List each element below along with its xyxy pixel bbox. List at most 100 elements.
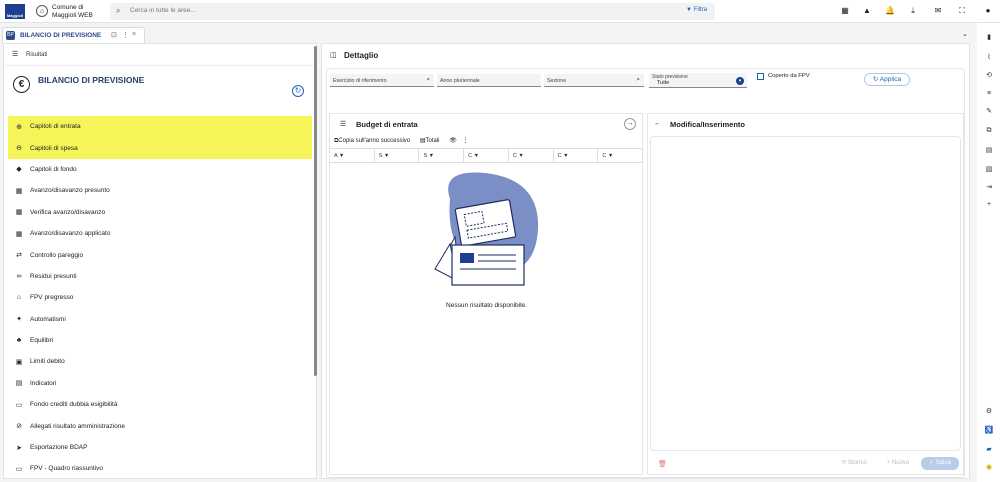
search-icon[interactable]: ⌕ xyxy=(636,76,640,84)
storico-button[interactable]: ⟲ Storico xyxy=(834,457,874,470)
bell-icon[interactable]: 🔔 xyxy=(885,6,895,16)
table-applied-icon: ▦ xyxy=(15,230,23,238)
trend-icon[interactable]: ⌇ xyxy=(984,53,994,63)
tab-bilancio-previsione[interactable]: BP BILANCIO DI PREVISIONE ⊡ ⋮ × xyxy=(2,27,145,43)
anno-field[interactable]: Anno pluriennale xyxy=(437,74,541,87)
esercizio-field[interactable]: Esercizio di riferimento ⌕ xyxy=(330,74,434,87)
menu-item[interactable]: ▤ Indicatori xyxy=(8,373,312,394)
minus-circle-icon: ⊖ xyxy=(16,145,22,153)
document-icon[interactable]: ▧ xyxy=(984,165,994,175)
mail-icon[interactable]: ✉ xyxy=(933,6,943,16)
trash-icon[interactable]: 🗑 xyxy=(658,460,667,468)
stato-value: Tutte xyxy=(657,80,670,86)
totals-button[interactable]: ▤Totali xyxy=(420,138,444,144)
document-chart-icon: ▤ xyxy=(15,380,23,388)
menu-item[interactable]: ◆ Capitoli di fondo xyxy=(8,159,312,180)
empty-state-text: Nessun risultato disponibile. xyxy=(446,302,527,309)
table-check-icon: ▦ xyxy=(15,209,23,217)
close-tab-icon[interactable]: × xyxy=(132,31,136,38)
download-icon[interactable]: ⤓ xyxy=(908,6,918,16)
bookmark-icon[interactable]: ▮ xyxy=(984,33,994,43)
copy-icon[interactable]: ⧉ xyxy=(984,126,994,136)
warning-icon[interactable]: ▲ xyxy=(862,6,872,16)
list-numbered-icon[interactable]: ≡ xyxy=(984,89,994,99)
column-header[interactable]: A ▼ xyxy=(330,149,375,162)
menu-item[interactable]: ⊕ Capitoli di entrata xyxy=(8,116,312,138)
column-header[interactable]: S ▼ xyxy=(375,149,420,162)
add-icon[interactable]: + xyxy=(984,200,994,210)
search-input[interactable]: Cerca in tutte le aree... xyxy=(130,7,196,14)
gear-icon[interactable]: ⚙ xyxy=(984,407,994,417)
menu-item[interactable]: ▭ Fondo crediti dubbia esigibilità xyxy=(8,394,312,415)
menu-item[interactable]: ⊘ Allegati risultato amministrazione xyxy=(8,415,312,436)
menu-item[interactable]: ∞ Residui presunti xyxy=(8,266,312,287)
filter-icon[interactable]: ▼ xyxy=(427,153,434,159)
chevron-down-icon[interactable]: ⌄ xyxy=(962,30,968,38)
column-header[interactable]: C ▼ xyxy=(464,149,509,162)
menu-item[interactable]: ⊖ Capitoli di spesa xyxy=(8,137,312,159)
more-icon[interactable]: ⋮ xyxy=(462,138,468,144)
filter-icon[interactable]: ▼ xyxy=(382,153,389,159)
column-header[interactable]: C ▼ xyxy=(509,149,554,162)
sezione-field[interactable]: Sezione ⌕ xyxy=(544,74,644,87)
column-header[interactable]: S ▼ xyxy=(419,149,465,162)
filter-icon[interactable]: ▼ xyxy=(337,153,344,159)
search-icon[interactable]: ⌕ xyxy=(426,76,430,84)
applica-button[interactable]: ↻ Applica xyxy=(864,73,910,86)
menu-item[interactable]: ⇄ Controllo pareggio xyxy=(8,244,312,265)
menu-item-label: Esportazione BDAP xyxy=(30,444,88,452)
filter-button[interactable]: ▼ Filtra xyxy=(686,7,707,13)
menu-item[interactable]: ▭ FPV - Quadro riassuntivo xyxy=(8,458,312,479)
tab-app-icon: BP xyxy=(6,31,15,40)
bank-icon: ⌂ xyxy=(16,294,22,302)
help-icon[interactable]: ◉ xyxy=(984,463,994,473)
filter-icon[interactable]: ▼ xyxy=(472,153,479,159)
note-icon[interactable]: ▤ xyxy=(984,146,994,156)
arrow-left-icon[interactable]: ← xyxy=(654,120,661,127)
edit-footer: 🗑 ⟲ Storico + Nuovo ✓ Salva xyxy=(648,454,963,474)
menu-item[interactable]: ▦ Verifica avanzo/disavanzo xyxy=(8,202,312,223)
filter-label: Filtra xyxy=(693,7,707,13)
filter-icon[interactable]: ▼ xyxy=(517,153,523,159)
panel-scrollbar[interactable] xyxy=(314,46,317,376)
municipality-icon: ⌂ xyxy=(36,5,48,17)
chat-icon[interactable]: ▰ xyxy=(984,445,994,455)
maggioli-logo[interactable]: Maggioli xyxy=(5,4,25,19)
stato-select[interactable]: Stato previsione Tutte ▾ xyxy=(649,73,747,88)
column-header[interactable]: C ▼ xyxy=(598,149,644,162)
menu-item-label: Fondo crediti dubbia esigibilità xyxy=(30,401,118,409)
global-search[interactable]: ⌕ Cerca in tutte le aree... ▼ Filtra xyxy=(110,3,715,20)
tools-icon[interactable]: ✎ xyxy=(984,107,994,117)
nuovo-button[interactable]: + Nuovo xyxy=(878,457,918,470)
menu-item[interactable]: ➤ Esportazione BDAP xyxy=(8,437,312,458)
menu-item[interactable]: ♣ Equilibri xyxy=(8,330,312,351)
column-header[interactable]: C ▼ xyxy=(554,149,599,162)
list-icon: ☰ xyxy=(340,121,347,128)
filter-icon[interactable]: ▼ xyxy=(606,153,613,159)
arrow-right-icon[interactable]: → xyxy=(624,118,636,130)
menu-item[interactable]: ⌂ FPV pregresso xyxy=(8,287,312,308)
menu-item[interactable]: ✦ Automatismi xyxy=(8,309,312,330)
menu-item[interactable]: ▦ Avanzo/disavanzo presunto xyxy=(8,180,312,201)
user-icon[interactable]: ● xyxy=(983,6,993,16)
menu-item[interactable]: ▦ Avanzo/disavanzo applicato xyxy=(8,223,312,244)
coperto-fpv-checkbox[interactable] xyxy=(757,73,764,80)
more-icon[interactable]: ⋮ xyxy=(122,31,129,39)
module-title: BILANCIO DI PREVISIONE xyxy=(38,75,145,85)
menu-item[interactable]: ▣ Limiti debito xyxy=(8,351,312,372)
eye-icon[interactable]: 👁 xyxy=(449,138,457,144)
export-icon[interactable]: ⇥ xyxy=(984,183,994,193)
panel-toggle-icon[interactable]: ◫ xyxy=(330,51,337,59)
history-icon[interactable]: ⟲ xyxy=(984,71,994,81)
refresh-icon[interactable]: ↻ xyxy=(292,85,304,97)
credit-card-icon: ▭ xyxy=(15,401,23,409)
filter-icon[interactable]: ▼ xyxy=(562,153,568,159)
dashboard-icon[interactable]: ▦ xyxy=(840,6,850,16)
pin-icon[interactable]: ⊡ xyxy=(111,31,117,39)
dropdown-icon[interactable]: ▾ xyxy=(736,77,744,85)
fullscreen-icon[interactable]: ⛶ xyxy=(957,6,967,16)
salva-button[interactable]: ✓ Salva xyxy=(921,457,959,470)
copy-button[interactable]: ⧉Copia sull'anno successivo xyxy=(334,138,414,144)
logo-text: Maggioli xyxy=(6,13,24,18)
accessibility-icon[interactable]: ♿ xyxy=(984,426,994,436)
